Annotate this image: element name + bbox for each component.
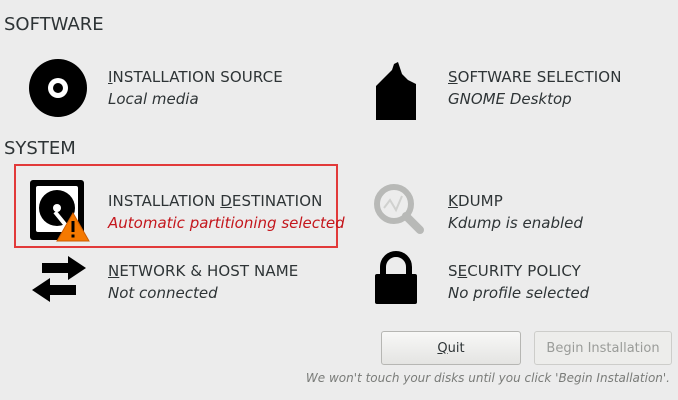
spoke-status: Not connected — [108, 284, 218, 302]
section-heading-software: SOFTWARE — [4, 14, 104, 35]
network-arrows-icon — [32, 256, 86, 302]
warning-icon — [56, 212, 90, 242]
quit-label: uit — [447, 340, 465, 356]
begin-installation-button[interactable]: Begin Installation — [534, 331, 672, 365]
spoke-status: Kdump is enabled — [448, 214, 583, 232]
quit-mnemonic: Q — [437, 340, 448, 356]
section-heading-system: SYSTEM — [4, 138, 76, 159]
disc-icon — [29, 59, 87, 117]
spoke-title: SECURITY POLICY — [448, 262, 581, 280]
spoke-status: No profile selected — [448, 284, 590, 302]
spoke-network-host-name[interactable]: NETWORK & HOST NAME Not connected — [28, 250, 328, 310]
spoke-title: INSTALLATION SOURCE — [108, 68, 283, 86]
package-icon — [376, 62, 416, 120]
lock-icon — [375, 251, 417, 304]
magnifier-icon — [374, 184, 424, 234]
spoke-installation-source[interactable]: INSTALLATION SOURCE Local media — [28, 58, 328, 120]
spoke-title: KDUMP — [448, 192, 503, 210]
spoke-title: SOFTWARE SELECTION — [448, 68, 622, 86]
spoke-kdump[interactable]: KDUMP Kdump is enabled — [372, 178, 672, 244]
spoke-status: Local media — [108, 90, 199, 108]
spoke-status: GNOME Desktop — [448, 90, 572, 108]
spoke-security-policy[interactable]: SECURITY POLICY No profile selected — [372, 250, 672, 310]
disk-safety-note: We won't touch your disks until you clic… — [305, 371, 670, 385]
quit-button[interactable]: Quit — [381, 331, 521, 365]
spoke-installation-destination[interactable]: INSTALLATION DESTINATION Automatic parti… — [28, 178, 345, 244]
spoke-software-selection[interactable]: SOFTWARE SELECTION GNOME Desktop — [372, 58, 672, 124]
spoke-title: INSTALLATION DESTINATION — [108, 192, 323, 210]
spoke-status: Automatic partitioning selected — [108, 214, 345, 232]
spoke-title: NETWORK & HOST NAME — [108, 262, 299, 280]
